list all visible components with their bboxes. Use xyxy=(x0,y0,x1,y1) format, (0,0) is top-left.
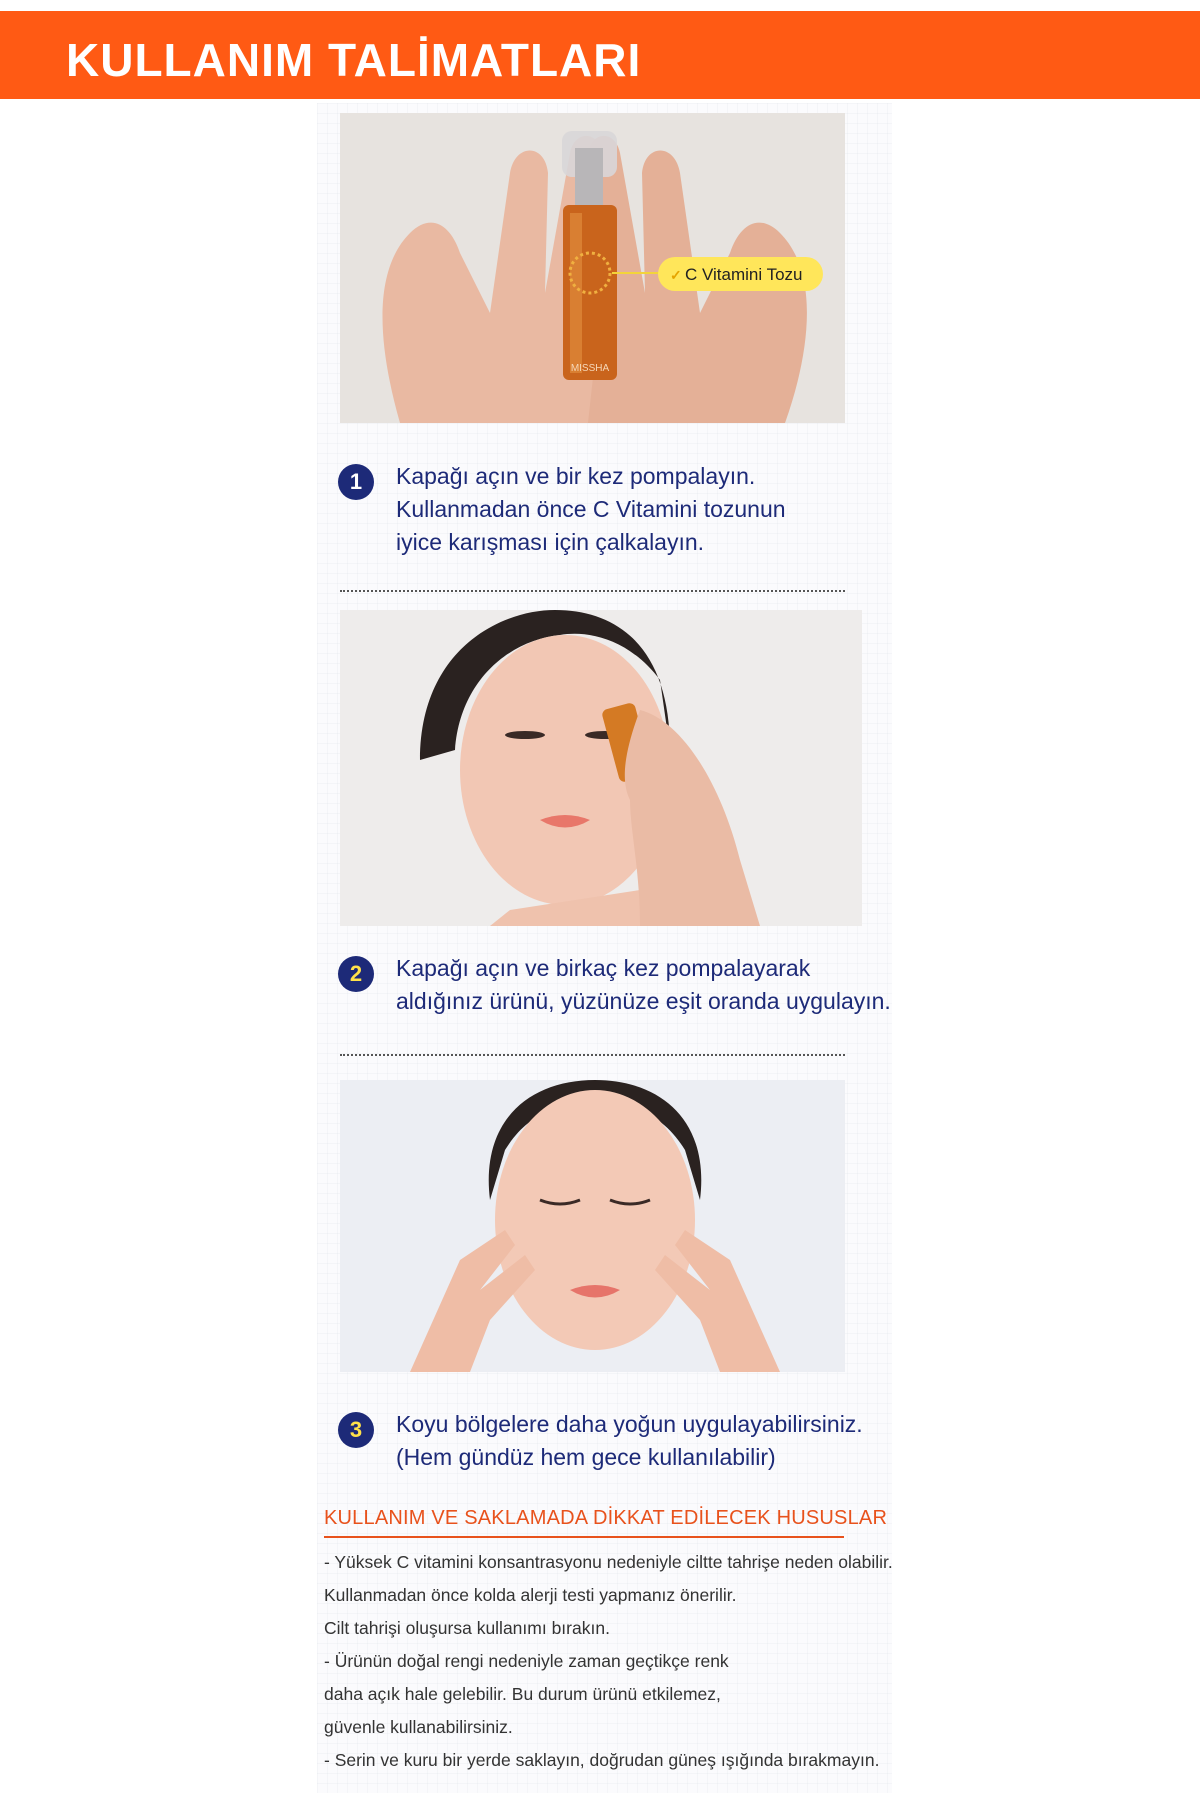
step-2-text: Kapağı açın ve birkaç kez pompalayarak a… xyxy=(396,952,891,1018)
header-banner: KULLANIM TALİMATLARI xyxy=(0,11,1200,99)
face-massage-photo xyxy=(340,1080,845,1372)
bottle-brand-text: MISSHA xyxy=(571,363,610,374)
vitamin-c-powder-label: C Vitamini Tozu xyxy=(685,265,802,284)
divider-2 xyxy=(340,1054,845,1056)
step-2-line-2: aldığınız ürünü, yüzünüze eşit oranda uy… xyxy=(396,988,891,1014)
caution-line-4: - Ürünün doğal rengi nedeniyle zaman geç… xyxy=(324,1651,729,1671)
step-1-line-1: Kapağı açın ve bir kez pompalayın. xyxy=(396,463,756,489)
step-1-line-2: Kullanmadan önce C Vitamini tozunun xyxy=(396,496,786,522)
step-2-line-1: Kapağı açın ve birkaç kez pompalayarak xyxy=(396,955,811,981)
divider-1 xyxy=(340,590,845,592)
caution-underline xyxy=(324,1536,844,1538)
step-1-text: Kapağı açın ve bir kez pompalayın. Kulla… xyxy=(396,460,786,559)
step-1-line-3: iyice karışması için çalkalayın. xyxy=(396,529,705,555)
caution-line-7: - Serin ve kuru bir yerde saklayın, doğr… xyxy=(324,1750,880,1770)
svg-text:✓: ✓ xyxy=(670,267,682,283)
step-3-text: Koyu bölgelere daha yoğun uygulayabilirs… xyxy=(396,1408,863,1474)
caution-line-2: Kullanmadan önce kolda alerji testi yapm… xyxy=(324,1585,737,1605)
product-in-hands-photo: MISSHA ✓ C Vitamini Tozu xyxy=(340,113,845,423)
step-1-badge: 1 xyxy=(338,464,374,500)
step-3-line-2: (Hem gündüz hem gece kullanılabilir) xyxy=(396,1444,776,1470)
step-2-badge: 2 xyxy=(338,956,374,992)
caution-line-5: daha açık hale gelebilir. Bu durum ürünü… xyxy=(324,1684,721,1704)
caution-line-3: Cilt tahrişi oluşursa kullanımı bırakın. xyxy=(324,1618,610,1638)
step-3-line-1: Koyu bölgelere daha yoğun uygulayabilirs… xyxy=(396,1411,863,1437)
caution-line-1: - Yüksek C vitamini konsantrasyonu neden… xyxy=(324,1552,893,1572)
step-3-badge: 3 xyxy=(338,1412,374,1448)
page-title: KULLANIM TALİMATLARI xyxy=(66,34,642,86)
applying-serum-photo xyxy=(340,610,862,926)
caution-list: - Yüksek C vitamini konsantrasyonu neden… xyxy=(324,1546,893,1777)
caution-line-6: güvenle kullanabilirsiniz. xyxy=(324,1717,513,1737)
caution-heading: KULLANIM VE SAKLAMADA DİKKAT EDİLECEK HU… xyxy=(324,1507,888,1529)
